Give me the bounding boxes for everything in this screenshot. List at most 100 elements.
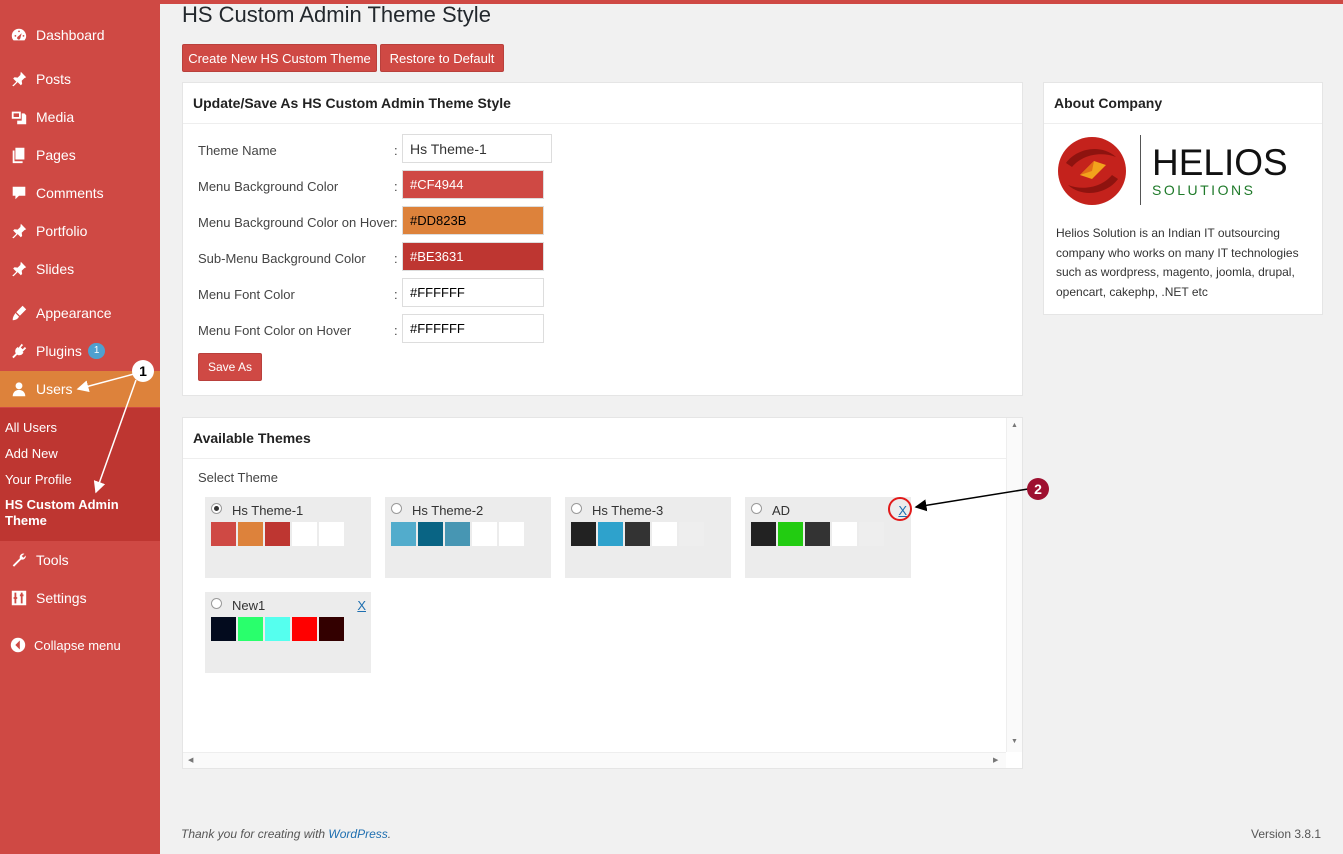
- delete-theme-new1-link[interactable]: X: [357, 598, 366, 613]
- theme-swatches: [391, 522, 526, 546]
- menu-bg-color-input[interactable]: #CF4944: [402, 170, 544, 199]
- theme-radio-hs-theme-2[interactable]: [391, 503, 402, 514]
- sidebar-item-label: Comments: [36, 185, 104, 201]
- sidebar-item-label: Pages: [36, 147, 76, 163]
- menu-bg-hover-color-input[interactable]: #DD823B: [402, 206, 544, 235]
- theme-swatches: [211, 617, 346, 641]
- wordpress-link[interactable]: WordPress: [328, 827, 387, 841]
- theme-card-ad: AD X: [745, 497, 911, 578]
- annotation-marker-1: 1: [132, 360, 154, 382]
- wrench-icon: [9, 550, 29, 570]
- helios-logo-mark-icon: [1058, 137, 1126, 205]
- colon: :: [394, 143, 398, 158]
- media-icon: [9, 107, 29, 127]
- theme-radio-hs-theme-1[interactable]: [211, 503, 222, 514]
- sidebar-item-dashboard[interactable]: Dashboard: [0, 17, 160, 53]
- vertical-scrollbar[interactable]: ▲ ▼: [1006, 418, 1022, 752]
- color-swatch: [292, 522, 317, 546]
- logo-divider: [1140, 135, 1141, 205]
- select-theme-label: Select Theme: [198, 470, 278, 485]
- theme-card-hs-theme-1: Hs Theme-1: [205, 497, 371, 578]
- color-swatch: [391, 522, 416, 546]
- color-swatch: [211, 522, 236, 546]
- user-icon: [9, 379, 29, 399]
- theme-radio-hs-theme-3[interactable]: [571, 503, 582, 514]
- sidebar-item-comments[interactable]: Comments: [0, 175, 160, 211]
- theme-radio-ad[interactable]: [751, 503, 762, 514]
- delete-theme-ad-link[interactable]: X: [898, 503, 907, 518]
- sidebar-item-pages[interactable]: Pages: [0, 137, 160, 173]
- scroll-left-arrow-icon[interactable]: ◀: [188, 756, 193, 764]
- color-swatch: [679, 522, 704, 546]
- color-swatch: [445, 522, 470, 546]
- menu-bg-color-label: Menu Background Color: [198, 179, 339, 194]
- submenu-your-profile[interactable]: Your Profile: [5, 472, 155, 488]
- scroll-up-arrow-icon[interactable]: ▲: [1011, 422, 1018, 429]
- sidebar-item-settings[interactable]: Settings: [0, 580, 160, 616]
- color-swatch: [472, 522, 497, 546]
- plug-icon: [9, 341, 29, 361]
- available-themes-panel: Available Themes Select Theme Hs Theme-1…: [182, 417, 1023, 769]
- collapse-menu-label: Collapse menu: [34, 637, 121, 653]
- submenu-add-new[interactable]: Add New: [5, 446, 155, 462]
- theme-form-panel: Update/Save As HS Custom Admin Theme Sty…: [182, 82, 1023, 396]
- color-swatch: [832, 522, 857, 546]
- footer-thanks-suffix: .: [387, 827, 392, 841]
- logo-text-helios: HELIOS: [1152, 142, 1288, 183]
- color-swatch: [598, 522, 623, 546]
- sidebar-item-posts[interactable]: Posts: [0, 61, 160, 97]
- submenu-bg-color-input[interactable]: #BE3631: [402, 242, 544, 271]
- theme-swatches: [211, 522, 346, 546]
- sidebar-item-portfolio[interactable]: Portfolio: [0, 213, 160, 249]
- sidebar-item-tools[interactable]: Tools: [0, 542, 160, 578]
- theme-card-hs-theme-2: Hs Theme-2: [385, 497, 551, 578]
- color-swatch: [211, 617, 236, 641]
- scroll-down-arrow-icon[interactable]: ▼: [1011, 738, 1018, 745]
- sidebar-item-label: Appearance: [36, 305, 112, 321]
- menu-font-color-input[interactable]: #FFFFFF: [402, 278, 544, 307]
- portfolio-icon: [9, 221, 29, 241]
- color-swatch: [265, 617, 290, 641]
- theme-name-label: Theme Name: [198, 143, 277, 158]
- create-new-theme-button[interactable]: Create New HS Custom Theme: [182, 44, 377, 72]
- restore-default-button[interactable]: Restore to Default: [380, 44, 504, 72]
- theme-name: Hs Theme-1: [232, 503, 304, 518]
- available-themes-heading: Available Themes: [183, 418, 1022, 459]
- sidebar-item-media[interactable]: Media: [0, 99, 160, 135]
- theme-card-hs-theme-3: Hs Theme-3: [565, 497, 731, 578]
- menu-font-hover-color-input[interactable]: #FFFFFF: [402, 314, 544, 343]
- theme-name-input[interactable]: Hs Theme-1: [402, 134, 552, 163]
- comment-icon: [9, 183, 29, 203]
- settings-icon: [9, 588, 29, 608]
- about-company-text: Helios Solution is an Indian IT outsourc…: [1056, 226, 1299, 299]
- theme-radio-new1[interactable]: [211, 598, 222, 609]
- sidebar-item-slides[interactable]: Slides: [0, 251, 160, 287]
- sidebar-item-appearance[interactable]: Appearance: [0, 295, 160, 331]
- sidebar-item-label: Tools: [36, 552, 69, 568]
- save-as-button[interactable]: Save As: [198, 353, 262, 381]
- about-company-panel: About Company HELIOS SOLUTIONS Helios So…: [1043, 82, 1323, 315]
- collapse-menu-button[interactable]: Collapse menu: [0, 632, 160, 658]
- about-company-heading: About Company: [1044, 83, 1322, 124]
- footer-version: Version 3.8.1: [1251, 827, 1322, 841]
- scroll-right-arrow-icon[interactable]: ▶: [993, 756, 998, 764]
- color-swatch: [418, 522, 443, 546]
- admin-sidebar: Dashboard Posts Media Pages Comments Por…: [0, 0, 160, 854]
- horizontal-scrollbar[interactable]: ◀ ▶: [183, 752, 1006, 768]
- users-submenu: All Users Add New Your Profile HS Custom…: [0, 408, 160, 541]
- color-swatch: [319, 617, 344, 641]
- sidebar-item-label: Media: [36, 109, 75, 125]
- theme-swatches: [571, 522, 706, 546]
- submenu-hs-custom-admin-theme[interactable]: HS Custom Admin Theme: [5, 497, 130, 529]
- sidebar-item-label: Dashboard: [36, 27, 105, 43]
- menu-bg-hover-color-label: Menu Background Color on Hover: [198, 215, 395, 230]
- submenu-all-users[interactable]: All Users: [5, 420, 155, 436]
- colon: :: [394, 179, 398, 194]
- sidebar-item-label: Portfolio: [36, 223, 88, 239]
- color-swatch: [859, 522, 884, 546]
- color-swatch: [778, 522, 803, 546]
- menu-font-color-label: Menu Font Color: [198, 287, 295, 302]
- sidebar-item-label: Users: [36, 381, 73, 397]
- theme-name: Hs Theme-3: [592, 503, 664, 518]
- color-swatch: [751, 522, 776, 546]
